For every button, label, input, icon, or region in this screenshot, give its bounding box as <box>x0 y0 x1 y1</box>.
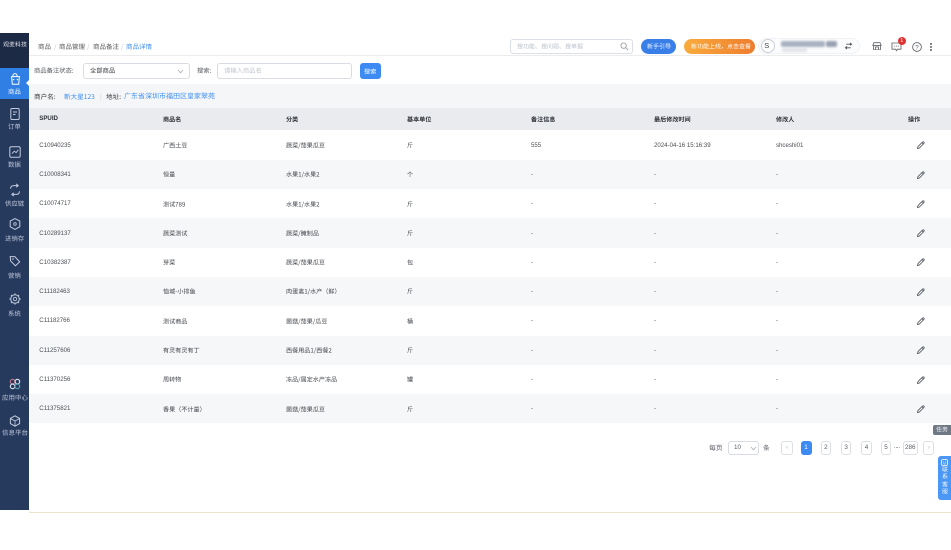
svg-text:?: ? <box>915 44 919 51</box>
